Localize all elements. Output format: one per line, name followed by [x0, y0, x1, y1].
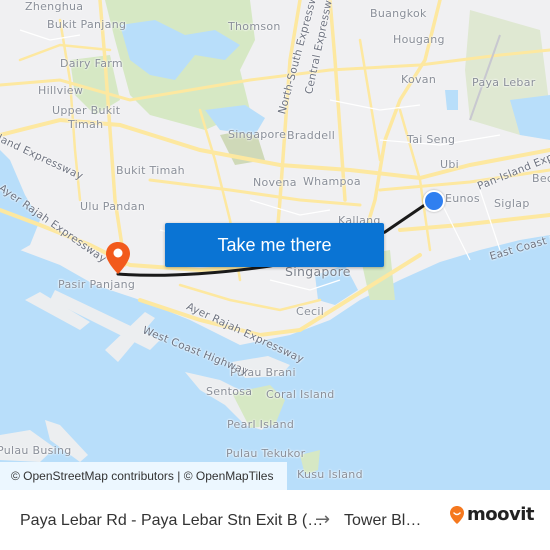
map-attribution[interactable]: © OpenStreetMap contributors | © OpenMap…: [0, 462, 287, 490]
map-label-pasir-panjang: Pasir Panjang: [58, 278, 136, 291]
map-label-thomson: Thomson: [228, 20, 281, 33]
map-view[interactable]: Zhenghua Bukit Panjang Dairy Farm Hillview U…: [0, 0, 550, 490]
map-label-bedok: Bec: [532, 172, 550, 185]
map-label-whampoa: Whampoa: [303, 175, 361, 188]
route-destination-label: Tower Bl…: [344, 512, 422, 529]
destination-pin-icon[interactable]: [105, 241, 131, 279]
map-label-upper-bukit-timah-1: Upper Bukit: [52, 104, 121, 117]
map-label-dairy-farm: Dairy Farm: [60, 57, 123, 70]
take-me-there-button[interactable]: Take me there: [165, 223, 384, 267]
map-label-sentosa: Sentosa: [206, 385, 253, 398]
map-label-pulau-busing: Pulau Busing: [0, 444, 72, 457]
route-origin-label: Paya Lebar Rd - Paya Lebar Stn Exit B (…: [20, 512, 324, 529]
map-label-eunos: Eunos: [445, 192, 480, 205]
map-label-cecil: Cecil: [296, 305, 325, 318]
route-footer: Paya Lebar Rd - Paya Lebar Stn Exit B (……: [0, 490, 550, 550]
map-label-zhenghua: Zhenghua: [25, 0, 84, 13]
map-label-paya-lebar: Paya Lebar: [472, 76, 536, 89]
map-label-tai-seng: Tai Seng: [407, 133, 456, 146]
map-label-ulu-pandan: Ulu Pandan: [80, 200, 146, 213]
map-label-siglap: Siglap: [494, 197, 530, 210]
moovit-pin-icon: [450, 505, 464, 524]
map-label-upper-bukit-timah-2: Timah: [68, 118, 104, 131]
map-label-ubi: Ubi: [440, 158, 459, 171]
map-label-hougang: Hougang: [393, 33, 445, 46]
map-label-bukit-panjang: Bukit Panjang: [47, 18, 127, 31]
map-label-coral-island: Coral Island: [266, 388, 335, 401]
map-label-novena: Novena: [253, 176, 297, 189]
map-label-buangkok: Buangkok: [370, 7, 427, 20]
moovit-wordmark: moovit: [467, 504, 535, 525]
map-label-kovan: Kovan: [401, 73, 437, 86]
moovit-logo[interactable]: moovit: [449, 504, 535, 525]
map-label-singapore-reservoir: Singapore: [228, 128, 287, 141]
map-label-braddell: Braddell: [287, 129, 336, 142]
arrow-right-icon: →: [315, 509, 331, 530]
reservoir: [445, 90, 458, 110]
origin-marker[interactable]: [423, 190, 445, 212]
map-label-bukit-timah: Bukit Timah: [116, 164, 185, 177]
map-label-hillview: Hillview: [38, 84, 84, 97]
map-label-pulau-tekukor: Pulau Tekukor: [226, 447, 306, 460]
map-label-kusu-island: Kusu Island: [297, 468, 363, 481]
map-label-pearl-island: Pearl Island: [227, 418, 295, 431]
